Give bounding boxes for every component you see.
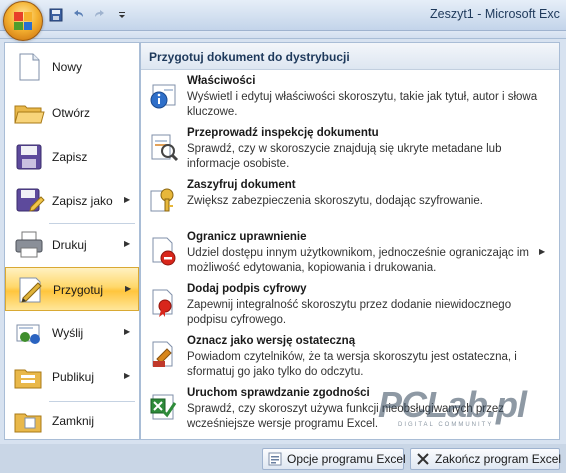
menu-item-label: Otwórz <box>52 106 91 120</box>
submenu-item-title: Oznacz jako wersję ostateczną <box>187 335 356 347</box>
menu-item-new[interactable]: Nowy <box>5 45 139 89</box>
save-icon[interactable] <box>48 7 64 23</box>
chevron-right-icon: ▶ <box>124 239 131 248</box>
menu-item-close[interactable]: Zamknij <box>5 399 139 443</box>
submenu-item-title: Przeprowadź inspekcję dokumentu <box>187 127 379 139</box>
open-folder-icon <box>13 97 45 129</box>
digital-signature-icon <box>147 287 179 319</box>
submenu-item-properties[interactable]: Właściwości Wyświetl i edytuj właściwośc… <box>141 75 559 125</box>
submenu-item-title: Dodaj podpis cyfrowy <box>187 283 307 295</box>
close-folder-icon <box>13 405 45 437</box>
submenu-item-description: Sprawdź, czy skoroszyt używa funkcji nie… <box>187 403 505 430</box>
submenu-item-digital-signature[interactable]: Dodaj podpis cyfrowy Zapewnij integralno… <box>141 283 559 333</box>
save-icon <box>13 141 45 173</box>
submenu-item-description: Udziel dostępu innym użytkownikom, jedno… <box>187 247 529 274</box>
submenu-item-title: Właściwości <box>187 75 256 87</box>
menu-item-label: Zamknij <box>52 414 95 428</box>
quick-access-toolbar <box>48 6 130 24</box>
menu-item-print[interactable]: Drukuj ▶ <box>5 223 139 267</box>
publish-icon <box>13 361 45 393</box>
exit-label: Zakończ program Excel <box>435 452 562 466</box>
office-button[interactable] <box>3 1 43 41</box>
submenu-item-encrypt[interactable]: Zaszyfruj dokument Zwiększ zabezpieczeni… <box>141 179 559 229</box>
exit-excel-button[interactable]: Zakończ program Excel <box>410 448 562 470</box>
restrict-permission-icon <box>147 235 179 267</box>
menu-item-label: Nowy <box>52 60 83 74</box>
menu-item-label: Przygotuj <box>53 283 104 297</box>
save-as-icon <box>13 185 45 217</box>
redo-icon[interactable] <box>92 7 108 23</box>
options-label: Opcje programu Excel <box>287 452 406 466</box>
mark-final-icon <box>147 339 179 371</box>
chevron-right-icon: ▶ <box>125 284 132 293</box>
submenu-item-description: Powiadom czytelników, że ta wersja skoro… <box>187 351 517 378</box>
menu-item-label: Drukuj <box>52 238 87 252</box>
chevron-right-icon: ▶ <box>124 327 131 336</box>
new-document-icon <box>13 51 45 83</box>
menu-item-send[interactable]: Wyślij ▶ <box>5 311 139 355</box>
chevron-right-icon: ▶ <box>124 371 131 380</box>
menu-item-save-as[interactable]: Zapisz jako ▶ <box>5 179 139 223</box>
chevron-right-icon: ▶ <box>124 195 131 204</box>
menu-item-open[interactable]: Otwórz <box>5 91 139 135</box>
submenu-item-inspect-document[interactable]: Przeprowadź inspekcję dokumentu Sprawdź,… <box>141 127 559 177</box>
compatibility-checker-icon <box>147 391 179 423</box>
customize-icon[interactable] <box>114 7 130 23</box>
encrypt-key-icon <box>147 183 179 215</box>
menu-item-prepare[interactable]: Przygotuj ▶ <box>5 267 139 311</box>
prepare-submenu: Przygotuj dokument do dystrybucji Właści… <box>140 42 560 440</box>
printer-icon <box>13 229 45 261</box>
inspect-document-icon <box>147 131 179 163</box>
menu-item-label: Zapisz <box>52 150 88 164</box>
submenu-item-description: Sprawdź, czy w skoroszycie znajdują się … <box>187 143 502 170</box>
submenu-item-restrict-permission[interactable]: Ogranicz uprawnienie Udziel dostępu inny… <box>141 231 559 281</box>
menu-item-label: Publikuj <box>52 370 95 384</box>
close-icon <box>416 451 430 467</box>
window-title: Zeszyt1 - Microsoft Exc <box>430 7 560 21</box>
office-menu-commands: Nowy Otwórz Zapisz Zapisz jako ▶ Drukuj … <box>4 42 140 440</box>
submenu-item-title: Zaszyfruj dokument <box>187 179 296 191</box>
submenu-item-mark-final[interactable]: Oznacz jako wersję ostateczną Powiadom c… <box>141 335 559 385</box>
properties-icon <box>147 79 179 111</box>
send-icon <box>13 317 45 349</box>
options-icon <box>268 451 282 467</box>
submenu-header: Przygotuj dokument do dystrybucji <box>141 43 559 70</box>
office-logo-icon <box>14 12 32 30</box>
submenu-item-description: Wyświetl i edytuj właściwości skoroszytu… <box>187 91 538 118</box>
menu-item-label: Wyślij <box>52 326 84 340</box>
submenu-title: Przygotuj dokument do dystrybucji <box>149 50 350 64</box>
excel-options-button[interactable]: Opcje programu Excel <box>262 448 406 470</box>
submenu-item-title: Ogranicz uprawnienie <box>187 231 307 243</box>
submenu-item-compatibility-checker[interactable]: Uruchom sprawdzanie zgodności Sprawdź, c… <box>141 387 559 437</box>
menu-item-label: Zapisz jako <box>52 194 113 208</box>
chevron-right-icon: ▶ <box>539 247 546 256</box>
title-bar: Zeszyt1 - Microsoft Exc <box>0 0 566 31</box>
menu-item-publish[interactable]: Publikuj ▶ <box>5 355 139 399</box>
submenu-item-description: Zapewnij integralność skoroszytu przez d… <box>187 299 512 326</box>
menu-item-save[interactable]: Zapisz <box>5 135 139 179</box>
submenu-item-description: Zwiększ zabezpieczenia skoroszytu, dodaj… <box>187 195 483 207</box>
undo-icon[interactable] <box>70 7 86 23</box>
submenu-item-title: Uruchom sprawdzanie zgodności <box>187 387 370 399</box>
prepare-icon <box>14 274 46 306</box>
